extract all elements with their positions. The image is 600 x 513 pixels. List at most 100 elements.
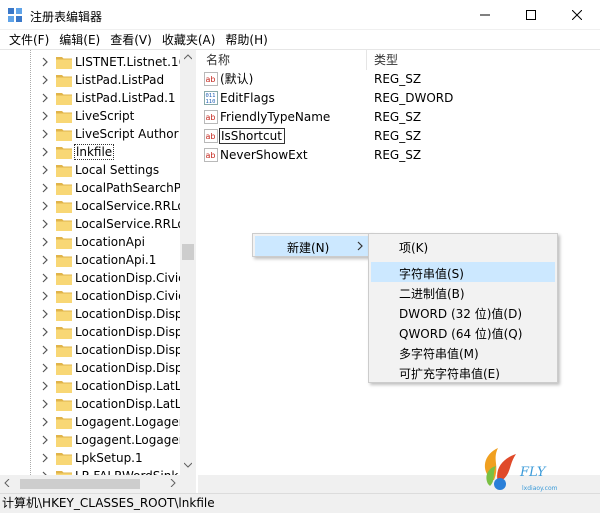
submenu-item[interactable]: 二进制值(B): [371, 282, 555, 302]
tree-item[interactable]: LocalPathSearchPro: [0, 179, 193, 197]
value-type: REG_DWORD: [374, 91, 454, 105]
submenu-item[interactable]: 字符串值(S): [371, 262, 555, 282]
expand-chevron-icon[interactable]: [40, 291, 50, 301]
value-name[interactable]: IsShortcut: [219, 128, 285, 144]
tree-item-label: lnkfile: [73, 144, 115, 160]
menu-file[interactable]: 文件(F): [4, 31, 54, 49]
minimize-button[interactable]: [462, 0, 508, 30]
column-header-name[interactable]: 名称: [206, 50, 230, 70]
expand-chevron-icon[interactable]: [40, 93, 50, 103]
tree-item[interactable]: LocationDisp.DispLa: [0, 359, 195, 377]
expand-chevron-icon[interactable]: [40, 201, 50, 211]
tree-item[interactable]: Logagent.Logagent: [0, 431, 191, 449]
svg-text:ab: ab: [206, 151, 216, 160]
svg-text:110: 110: [206, 99, 216, 105]
submenu-item[interactable]: 可扩充字符串值(E): [371, 362, 555, 382]
tree-item[interactable]: LiveScript: [0, 107, 180, 125]
tree-item[interactable]: LocationDisp.LatLor: [0, 395, 194, 413]
value-row[interactable]: 011 110 EditFlags REG_DWORD: [198, 89, 598, 108]
submenu-arrow-icon: [357, 241, 363, 251]
scroll-left-arrow-icon[interactable]: [4, 479, 10, 487]
maximize-button[interactable]: [508, 0, 554, 30]
tree-item[interactable]: LocationDisp.DispCi: [0, 305, 194, 323]
expand-chevron-icon[interactable]: [40, 399, 50, 409]
scroll-up-arrow-icon[interactable]: [184, 54, 192, 60]
submenu-item-label: QWORD (64 位)值(Q): [399, 327, 523, 341]
value-row[interactable]: ab IsShortcut REG_SZ: [198, 127, 598, 146]
new-submenu: 项(K) 字符串值(S) 二进制值(B) DWORD (32 位)值(D) QWORD …: [368, 233, 558, 383]
tree-item[interactable]: lnkfile: [0, 143, 180, 161]
tree-item[interactable]: LpkSetup.1: [0, 449, 180, 467]
expand-chevron-icon[interactable]: [40, 381, 50, 391]
submenu-item[interactable]: DWORD (32 位)值(D): [371, 302, 555, 322]
expand-chevron-icon[interactable]: [40, 417, 50, 427]
tree-scroll-thumb[interactable]: [182, 244, 194, 260]
menu-edit[interactable]: 编辑(E): [54, 31, 105, 49]
expand-chevron-icon[interactable]: [40, 327, 50, 337]
tree-item[interactable]: LocationApi: [0, 233, 180, 251]
tree-hscroll-thumb[interactable]: [20, 479, 140, 489]
expand-chevron-icon[interactable]: [40, 309, 50, 319]
svg-text:ab: ab: [206, 132, 216, 141]
value-row[interactable]: ab NeverShowExt REG_SZ: [198, 146, 598, 165]
expand-chevron-icon[interactable]: [40, 183, 50, 193]
tree-guide-line: [30, 50, 31, 493]
menu-help[interactable]: 帮助(H): [220, 31, 272, 49]
value-row[interactable]: ab FriendlyTypeName REG_SZ: [198, 108, 598, 127]
expand-chevron-icon[interactable]: [40, 237, 50, 247]
tree-item[interactable]: Logagent.Logagent: [0, 413, 191, 431]
menu-favorites[interactable]: 收藏夹(A): [157, 31, 221, 49]
tree-item-label: Logagent.Logagent: [75, 415, 192, 429]
folder-icon: [56, 327, 72, 339]
value-name: FriendlyTypeName: [220, 110, 331, 124]
tree-item[interactable]: ListPad.ListPad.1: [0, 89, 180, 107]
folder-icon: [56, 111, 72, 123]
tree-item[interactable]: LocationDisp.DispCi: [0, 323, 194, 341]
tree-item-label: LocalPathSearchPro: [75, 181, 193, 195]
tree-horizontal-scrollbar[interactable]: [0, 475, 196, 493]
tree-item[interactable]: LocationDisp.CivicAc: [0, 269, 195, 287]
expand-chevron-icon[interactable]: [40, 363, 50, 373]
scroll-right-arrow-icon[interactable]: [170, 479, 176, 487]
column-header-type[interactable]: 类型: [374, 50, 398, 70]
scroll-down-arrow-icon[interactable]: [184, 462, 192, 468]
menu-view[interactable]: 查看(V): [105, 31, 157, 49]
expand-chevron-icon[interactable]: [40, 255, 50, 265]
value-type: REG_SZ: [374, 129, 422, 143]
expand-chevron-icon[interactable]: [40, 345, 50, 355]
value-row[interactable]: ab (默认) REG_SZ: [198, 70, 598, 89]
fly-logo-watermark: FLY lxdiaoy.com: [484, 448, 558, 492]
expand-chevron-icon[interactable]: [40, 129, 50, 139]
tree-item-label: LocationApi.1: [75, 253, 157, 267]
close-button[interactable]: [554, 0, 600, 30]
tree-vertical-scrollbar[interactable]: [180, 50, 196, 475]
expand-chevron-icon[interactable]: [40, 57, 50, 67]
submenu-item[interactable]: 多字符串值(M): [371, 342, 555, 362]
expand-chevron-icon[interactable]: [40, 453, 50, 463]
submenu-item[interactable]: QWORD (64 位)值(Q): [371, 322, 555, 342]
tree-item[interactable]: LocalService.RRLoca: [0, 215, 195, 233]
value-name: NeverShowExt: [220, 148, 308, 162]
tree-item[interactable]: LiveScript Author: [0, 125, 180, 143]
context-menu-new[interactable]: 新建(N): [255, 236, 369, 256]
tree-item[interactable]: LISTNET.Listnet.16: [0, 53, 186, 71]
column-divider[interactable]: [366, 50, 367, 70]
expand-chevron-icon[interactable]: [40, 435, 50, 445]
tree-item[interactable]: LocationDisp.LatLor: [0, 377, 194, 395]
tree-item[interactable]: LocationApi.1: [0, 251, 180, 269]
binary-value-icon: 011110: [204, 91, 218, 105]
value-type: REG_SZ: [374, 148, 422, 162]
tree-item[interactable]: Local Settings: [0, 161, 180, 179]
expand-chevron-icon[interactable]: [40, 273, 50, 283]
tree-item[interactable]: LocationDisp.CivicAc: [0, 287, 195, 305]
expand-chevron-icon[interactable]: [40, 111, 50, 121]
submenu-item[interactable]: 项(K): [371, 236, 555, 256]
tree-item-label: LocationDisp.CivicAc: [75, 289, 196, 303]
expand-chevron-icon[interactable]: [40, 147, 50, 157]
tree-item[interactable]: ListPad.ListPad: [0, 71, 180, 89]
expand-chevron-icon[interactable]: [40, 165, 50, 175]
expand-chevron-icon[interactable]: [40, 219, 50, 229]
expand-chevron-icon[interactable]: [40, 75, 50, 85]
tree-item[interactable]: LocalService.RRLoca: [0, 197, 195, 215]
tree-item[interactable]: LocationDisp.DispLa: [0, 341, 195, 359]
